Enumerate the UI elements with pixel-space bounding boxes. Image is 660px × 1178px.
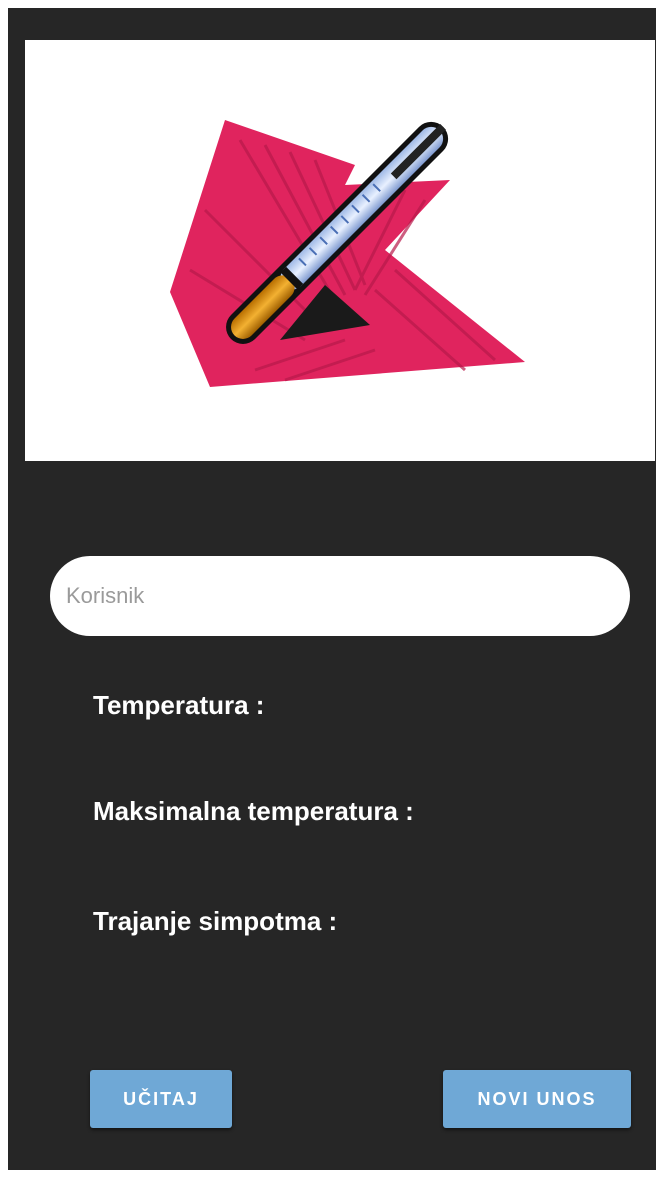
symptom-duration-label: Trajanje simpotma : (93, 906, 338, 936)
new-entry-button[interactable]: NOVI UNOS (443, 1070, 631, 1128)
max-temperature-label: Maksimalna temperatura : (93, 796, 414, 826)
user-input[interactable] (50, 556, 630, 636)
thermometer-icon (170, 120, 525, 387)
temperature-label: Temperatura : (93, 690, 265, 720)
load-button[interactable]: UČITAJ (90, 1070, 232, 1128)
header-image (25, 40, 655, 461)
app-screen: Temperatura : Maksimalna temperatura : T… (8, 8, 656, 1170)
